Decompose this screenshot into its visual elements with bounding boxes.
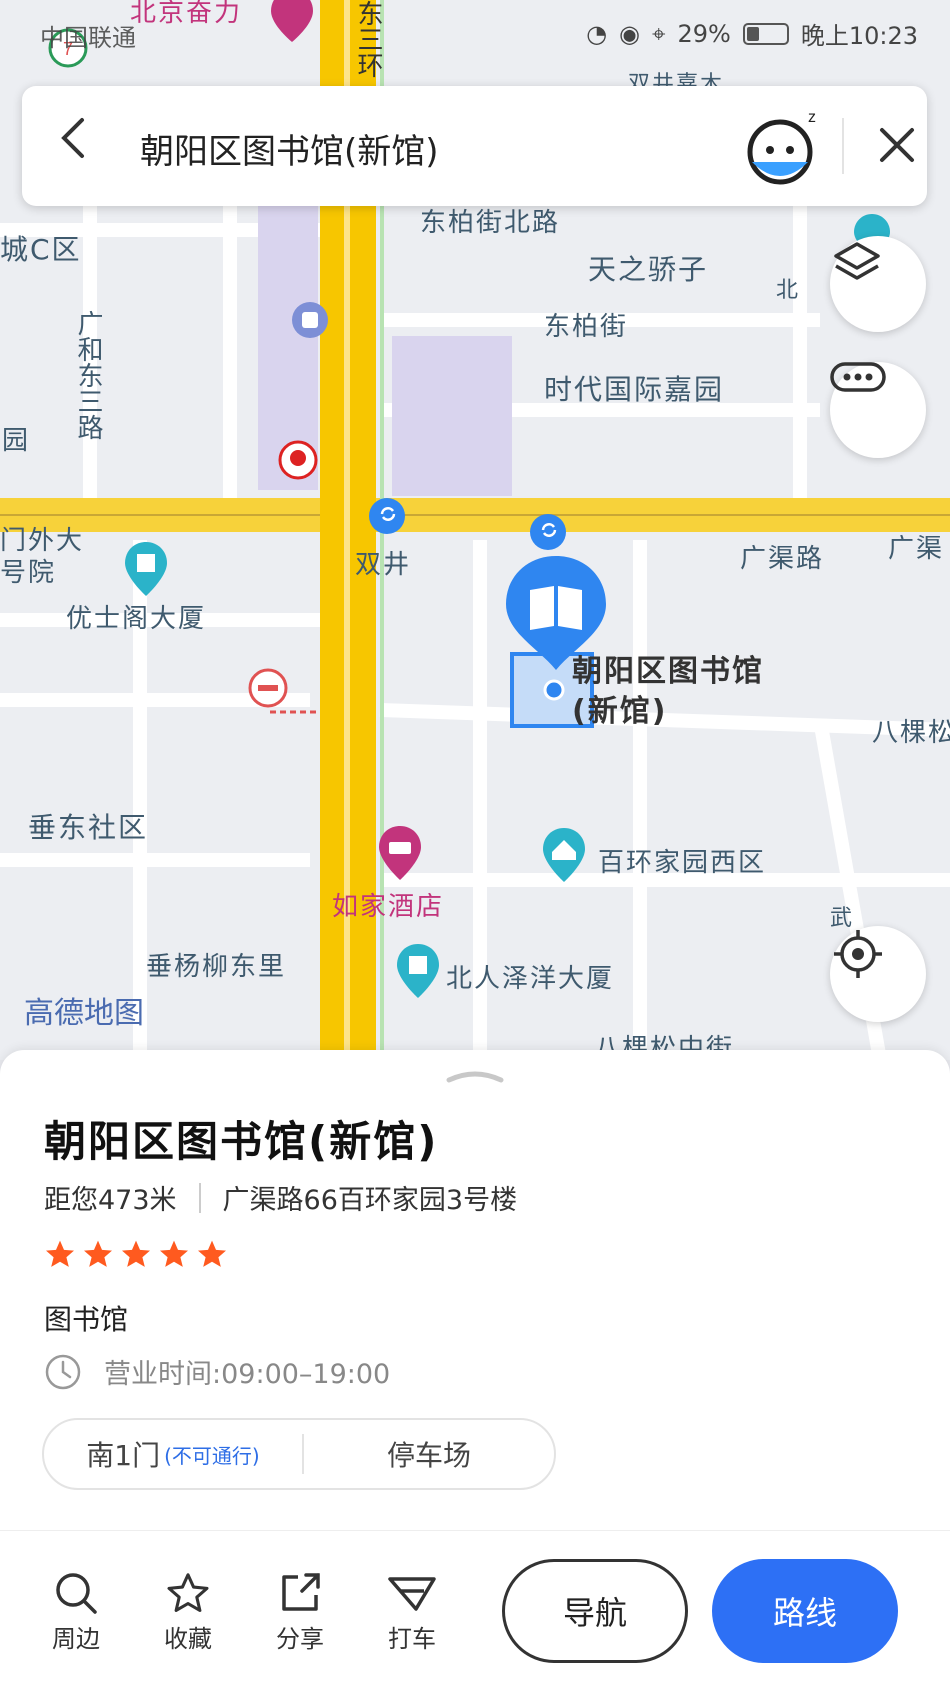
search-bar: 朝阳区图书馆(新馆) z bbox=[22, 86, 927, 206]
battery-percent: 29% bbox=[677, 19, 731, 48]
map-label-area: 百环家园西区 bbox=[598, 848, 767, 878]
nearby-button[interactable]: 周边 bbox=[36, 1567, 116, 1654]
star-icon bbox=[84, 1240, 112, 1267]
map-label-area: 垂杨柳东里 bbox=[146, 952, 287, 982]
share-icon bbox=[282, 1573, 320, 1611]
clock-icon bbox=[45, 1354, 81, 1389]
map-label-building: 北人泽洋大厦 bbox=[446, 964, 615, 994]
opening-hours: 营业时间:09:00–19:00 bbox=[44, 1352, 390, 1391]
hours-value: 09:00–19:00 bbox=[221, 1359, 391, 1390]
distance-text: 距您473米 bbox=[44, 1185, 177, 1216]
search-icon bbox=[56, 1573, 97, 1614]
map-view[interactable]: 东柏街北路 天之骄子 东柏街 时代国际嘉园 广和东三路 双井 广渠路 广渠 优士… bbox=[0, 0, 950, 1060]
place-info-row: 距您473米 广渠路66百环家园3号楼 bbox=[44, 1178, 517, 1217]
chevron-left-icon bbox=[61, 118, 84, 158]
locate-me-button[interactable] bbox=[830, 926, 926, 1022]
star-icon bbox=[122, 1240, 150, 1267]
rating-stars bbox=[44, 1238, 228, 1270]
residence-poi-icon[interactable] bbox=[540, 826, 588, 884]
status-bar: 中国联通 ◔ ◉ ⌖ 29% 晚上10:23 bbox=[0, 0, 950, 60]
subway-station-icon[interactable] bbox=[537, 518, 561, 542]
map-label-building: 优士阁大厦 bbox=[66, 604, 207, 634]
close-icon[interactable] bbox=[866, 114, 928, 176]
map-label-area: 时代国际嘉园 bbox=[544, 373, 725, 406]
map-label-area: 城C区 bbox=[0, 233, 82, 266]
taxi-label: 打车 bbox=[388, 1625, 436, 1653]
residence-poi-icon[interactable] bbox=[122, 540, 170, 598]
data-icon: ◔ bbox=[586, 19, 608, 48]
back-button[interactable] bbox=[58, 116, 118, 176]
search-query[interactable]: 朝阳区图书馆(新馆) bbox=[140, 124, 439, 173]
location-icon: ⌖ bbox=[651, 19, 666, 48]
entrance-note: (不可通行) bbox=[164, 1443, 260, 1468]
building-poi-icon[interactable] bbox=[394, 942, 442, 1000]
favorite-button[interactable]: 收藏 bbox=[148, 1567, 228, 1654]
divider bbox=[198, 1182, 201, 1213]
map-label-road: 东柏街北路 bbox=[420, 208, 561, 238]
bottom-toolbar: 周边 收藏 分享 打车 导航 路线 bbox=[0, 1530, 950, 1690]
parking-poi-icon[interactable] bbox=[290, 300, 330, 340]
map-label-area: 垂东社区 bbox=[28, 811, 149, 844]
entrance-label: 南1门 bbox=[86, 1439, 161, 1472]
more-button[interactable] bbox=[830, 362, 926, 458]
parking-chip[interactable]: 停车场 bbox=[304, 1420, 554, 1488]
place-detail-sheet[interactable]: 朝阳区图书馆(新馆) 距您473米 广渠路66百环家园3号楼 图书馆 营业时间:… bbox=[0, 1050, 950, 1530]
map-label-road: 东柏街 bbox=[544, 312, 629, 342]
map-label-area: 天之骄子 bbox=[588, 253, 709, 286]
layers-button[interactable] bbox=[830, 236, 926, 332]
category-text: 图书馆 bbox=[44, 1303, 129, 1336]
carrier-text: 中国联通 bbox=[40, 24, 136, 52]
divider bbox=[842, 118, 844, 174]
navigate-button[interactable]: 导航 bbox=[502, 1559, 688, 1663]
hours-label: 营业时间: bbox=[104, 1359, 222, 1390]
star-icon bbox=[46, 1240, 74, 1267]
map-label-hotel: 如家酒店 bbox=[332, 892, 445, 922]
clock: 晚上10:23 bbox=[800, 22, 918, 50]
map-label-road: 广渠 bbox=[888, 534, 945, 564]
map-label-area: 园 bbox=[2, 426, 31, 456]
book-pin-icon[interactable] bbox=[500, 550, 612, 674]
layers-icon bbox=[834, 242, 880, 280]
hotel-poi-icon[interactable] bbox=[376, 824, 424, 882]
star-icon bbox=[198, 1240, 226, 1267]
kfc-poi-icon[interactable] bbox=[278, 440, 318, 480]
route-button[interactable]: 路线 bbox=[712, 1559, 898, 1663]
favorite-label: 收藏 bbox=[164, 1625, 212, 1653]
map-label-road: 广和东三路 bbox=[73, 310, 103, 440]
sheet-handle-icon[interactable] bbox=[445, 1068, 505, 1084]
map-label-area: 北 bbox=[776, 278, 801, 303]
eye-comfort-icon: ◉ bbox=[619, 19, 640, 48]
svg-text:z: z bbox=[808, 109, 816, 126]
nearby-label: 周边 bbox=[52, 1625, 100, 1653]
share-label: 分享 bbox=[276, 1625, 324, 1653]
taxi-icon bbox=[388, 1577, 436, 1611]
map-label-station: 双井 bbox=[355, 550, 412, 580]
battery-icon bbox=[742, 22, 789, 45]
crosshair-icon bbox=[834, 930, 882, 978]
more-dots-icon bbox=[830, 362, 886, 392]
map-watermark-logo: 高德地图 bbox=[24, 996, 144, 1031]
place-title: 朝阳区图书馆(新馆) bbox=[44, 1117, 439, 1166]
sub-poi-chips: 南1门 (不可通行) 停车场 bbox=[42, 1418, 556, 1490]
taxi-button[interactable]: 打车 bbox=[372, 1567, 452, 1654]
entrance-chip[interactable]: 南1门 (不可通行) bbox=[44, 1420, 302, 1488]
address-text[interactable]: 广渠路66百环家园3号楼 bbox=[223, 1178, 518, 1217]
subway-station-icon[interactable] bbox=[376, 502, 400, 526]
star-icon bbox=[160, 1240, 188, 1267]
voice-assistant-icon[interactable]: z bbox=[742, 106, 824, 188]
no-entry-icon[interactable] bbox=[248, 668, 288, 712]
star-outline-icon bbox=[167, 1573, 209, 1612]
share-button[interactable]: 分享 bbox=[260, 1567, 340, 1654]
map-label-area: 号院 bbox=[0, 558, 57, 588]
map-label-road: 八棵松 bbox=[872, 718, 950, 748]
map-label-road: 广渠路 bbox=[740, 544, 825, 574]
